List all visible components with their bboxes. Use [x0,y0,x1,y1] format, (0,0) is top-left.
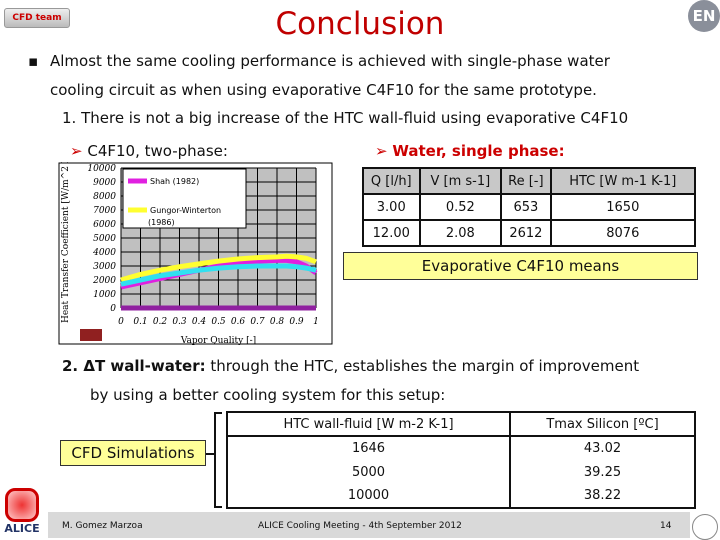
footer-author: M. Gomez Marzoa [62,521,143,531]
x-tick-label: 0.3 [172,317,187,327]
arrow-icon: ➢ [375,142,393,160]
table-row: 1646 43.02 [226,436,696,460]
cell: 39.25 [509,460,696,484]
legend-label: Gungor-Winterton [150,206,221,215]
engineering-logo [80,329,102,341]
cell: 1646 [226,436,511,460]
header-cell: HTC wall-fluid [W m-2 K-1] [226,411,511,437]
cell: 5000 [226,460,511,484]
bullet-icon: ▪ [28,52,39,70]
cell: 2612 [500,219,552,247]
table-row: 3.00 0.52 653 1650 [362,193,697,221]
x-tick-label: 0.5 [211,317,226,327]
x-tick-label: 0.7 [250,317,265,327]
cell: 12.00 [362,219,421,247]
table-row: 5000 39.25 [226,460,696,484]
x-tick-label: 0 [118,317,124,327]
header-cell: Q [l/h] [362,167,421,195]
cell: 8076 [549,219,697,247]
cell: 653 [500,193,552,221]
water-heading: ➢ Water, single phase: [375,142,565,160]
cell: 2.08 [418,219,503,247]
y-tick-label: 0 [110,304,116,314]
y-tick-label: 9000 [93,178,116,188]
header-cell: V [m s-1] [418,167,503,195]
table-header-row: HTC wall-fluid [W m-2 K-1] Tmax Silicon [… [226,411,696,437]
cern-logo [692,514,718,540]
header-cell: Re [-] [500,167,552,195]
x-tick-label: 0.8 [270,317,285,327]
cell: 0.52 [418,193,503,221]
cell: 10000 [226,484,511,509]
arrow-icon: ➢ [70,142,88,160]
table-row: 10000 38.22 [226,484,696,509]
page-title: Conclusion [275,6,445,42]
y-tick-label: 10000 [87,164,116,174]
water-table: Q [l/h] V [m s-1] Re [-] HTC [W m-1 K-1] 3.… [362,167,697,247]
y-tick-label: 6000 [93,220,116,230]
item1: 1. There is not a big increase of the HT… [62,109,629,127]
c4f10-heading: ➢ C4F10, two-phase: [70,142,228,160]
item2-line1: 2. ΔT wall-water: through the HTC, estab… [62,357,640,375]
x-tick-label: 0.4 [192,317,207,327]
y-axis-label: Heat Transfer Coefficient [W/m^2 K] [61,162,71,323]
x-tick-label: 1 [313,317,319,327]
y-tick-label: 1000 [93,290,116,300]
cell: 3.00 [362,193,421,221]
header-cell: Tmax Silicon [ºC] [509,411,696,437]
legend-label: Shah (1982) [150,177,199,186]
cell: 38.22 [509,484,696,509]
y-tick-label: 3000 [93,262,116,272]
simulation-table: HTC wall-fluid [W m-2 K-1] Tmax Silicon [… [226,411,696,509]
y-tick-label: 8000 [93,192,116,202]
cfd-simulations-box: CFD Simulations [60,440,206,466]
htc-chart: 0100020003000400050006000700080009000100… [58,162,333,345]
page-number: 14 [660,521,672,531]
legend-label: (1986) [148,218,175,227]
y-tick-label: 4000 [92,248,116,258]
x-axis-label: Vapor Quality [-] [180,336,256,345]
x-tick-label: 0.6 [231,317,246,327]
x-tick-label: 0.9 [289,317,304,327]
bullet1-line1: Almost the same cooling performance is a… [50,52,610,70]
alice-logo: ALICE [2,488,42,540]
y-tick-label: 5000 [93,234,116,244]
y-tick-label: 7000 [93,206,116,216]
en-logo: EN [688,0,720,32]
x-tick-label: 0.1 [133,317,147,327]
y-tick-label: 2000 [92,276,116,286]
x-tick-label: 0.2 [153,317,168,327]
table-header-row: Q [l/h] V [m s-1] Re [-] HTC [W m-1 K-1] [362,167,697,195]
footer-meeting: ALICE Cooling Meeting - 4th September 20… [258,521,462,531]
evaporative-box: Evaporative C4F10 means [343,252,698,280]
table-row: 12.00 2.08 2612 8076 [362,219,697,247]
footer: M. Gomez Marzoa ALICE Cooling Meeting - … [48,512,690,538]
cell: 1650 [549,193,697,221]
cell: 43.02 [509,436,696,460]
header-cell: HTC [W m-1 K-1] [549,167,697,195]
item2-line2: by using a better cooling system for thi… [90,386,446,404]
bullet1-line2: cooling circuit as when using evaporativ… [50,81,597,99]
bracket [214,412,222,508]
connector [206,453,214,455]
